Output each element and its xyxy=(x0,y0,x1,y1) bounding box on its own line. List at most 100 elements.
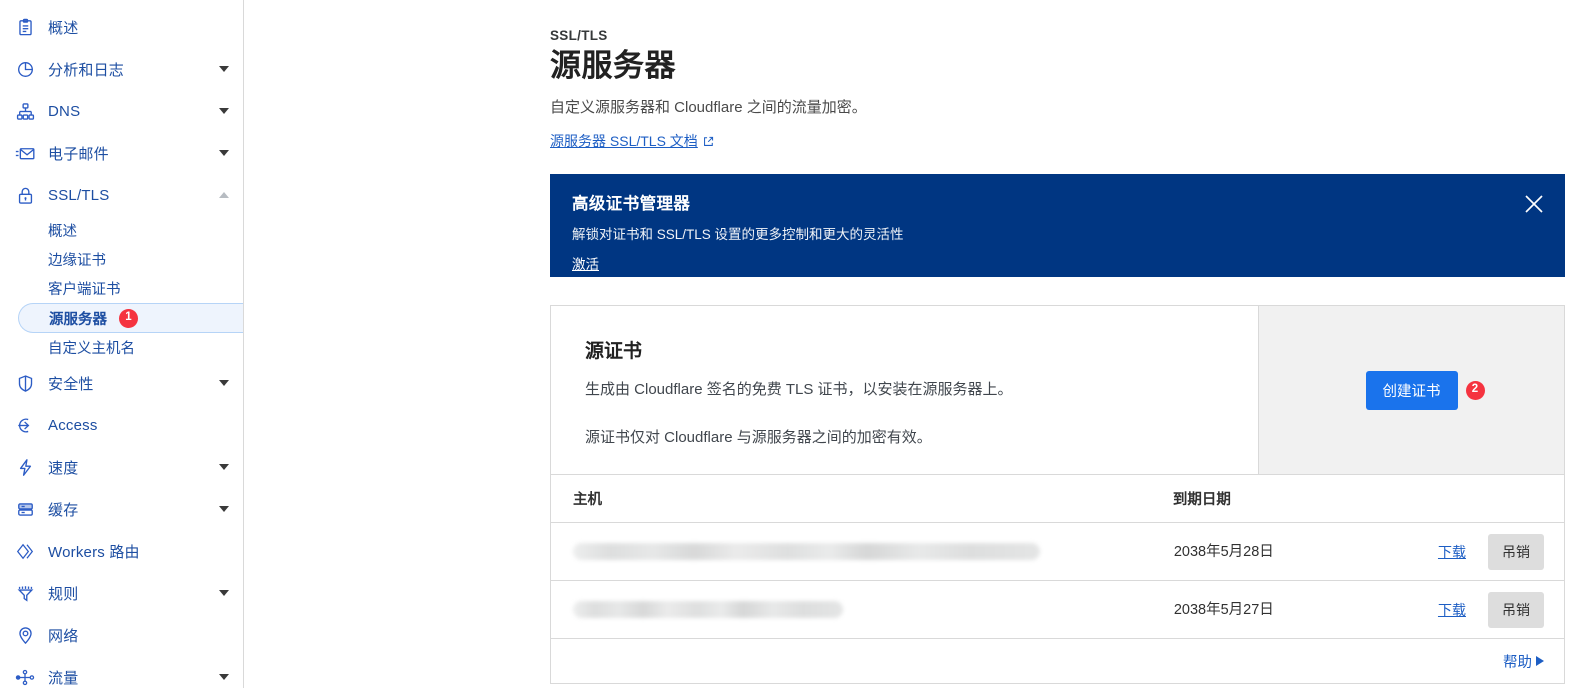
page-description: 自定义源服务器和 Cloudflare 之间的流量加密。 xyxy=(550,99,867,117)
workers-icon xyxy=(10,542,40,561)
card-top-section: 源证书 生成由 Cloudflare 签名的免费 TLS 证书，以安装在源服务器… xyxy=(551,306,1564,475)
sidebar-item-ssl-overview[interactable]: 概述 xyxy=(0,216,243,245)
sidebar-item-security[interactable]: 安全性 xyxy=(0,362,243,404)
sidebar-item-label: 速度 xyxy=(48,459,79,477)
sidebar-item-traffic[interactable]: 流量 xyxy=(0,656,243,688)
chevron-down-icon[interactable] xyxy=(219,150,229,156)
lock-icon xyxy=(10,186,40,205)
sidebar-item-overview[interactable]: 概述 xyxy=(0,6,243,48)
access-arrow-icon xyxy=(10,416,40,435)
revoke-button[interactable]: 吊销 xyxy=(1488,533,1544,570)
download-link[interactable]: 下载 xyxy=(1438,602,1466,618)
sidebar-subitem-label: 源服务器 xyxy=(49,311,107,328)
database-icon xyxy=(10,500,40,519)
chevron-down-icon[interactable] xyxy=(219,66,229,72)
chevron-down-icon[interactable] xyxy=(219,674,229,680)
chevron-down-icon[interactable] xyxy=(219,590,229,596)
sidebar-item-label: 电子邮件 xyxy=(48,145,109,163)
column-header-expiry: 到期日期 xyxy=(1172,474,1414,524)
help-link[interactable]: 帮助 xyxy=(1503,651,1544,672)
create-certificate-button-wrap: 创建证书 2 xyxy=(1365,370,1485,410)
clipboard-icon xyxy=(10,18,40,37)
bolt-icon xyxy=(10,458,40,477)
table-header-row: 主机 到期日期 xyxy=(551,474,1564,524)
sidebar-item-label: 规则 xyxy=(48,585,79,603)
table-body: 2038年5月28日 下载 吊销 2038年5月27日 下载 吊销 xyxy=(551,522,1564,640)
documentation-link[interactable]: 源服务器 SSL/TLS 文档 xyxy=(550,131,714,151)
sidebar-item-analytics[interactable]: 分析和日志 xyxy=(0,48,243,90)
column-header-actions xyxy=(1413,474,1564,524)
cell-expiry: 2038年5月27日 xyxy=(1172,580,1414,640)
sidebar-item-dns[interactable]: DNS xyxy=(0,90,243,132)
sidebar-item-label: Access xyxy=(48,416,98,434)
banner-subtitle: 解锁对证书和 SSL/TLS 设置的更多控制和更大的灵活性 xyxy=(572,227,904,243)
app-root: 概述 分析和日志 DNS 电子邮件 SSL/TLS 概述 边缘证书 客户端证书 … xyxy=(0,0,1586,688)
advanced-certificate-manager-banner: 高级证书管理器 解锁对证书和 SSL/TLS 设置的更多控制和更大的灵活性 激活 xyxy=(550,174,1565,278)
location-pin-icon xyxy=(10,626,40,645)
help-link-label: 帮助 xyxy=(1503,654,1532,671)
sidebar-item-edge-certificates[interactable]: 边缘证书 xyxy=(0,245,243,274)
card-heading: 源证书 xyxy=(585,341,643,363)
external-link-icon xyxy=(703,136,714,147)
sidebar-item-ssl-tls[interactable]: SSL/TLS xyxy=(0,174,243,216)
cell-expiry: 2038年5月28日 xyxy=(1172,522,1414,582)
redacted-hostname xyxy=(573,601,843,619)
sidebar-subitem-label: 概述 xyxy=(48,224,77,240)
step-marker-1: 1 xyxy=(119,308,138,328)
sidebar-item-label: 缓存 xyxy=(48,501,79,519)
close-icon[interactable] xyxy=(1521,191,1547,217)
breadcrumb-eyebrow: SSL/TLS xyxy=(550,28,608,43)
main-content-area: SSL/TLS 源服务器 自定义源服务器和 Cloudflare 之间的流量加密… xyxy=(244,0,1586,688)
sidebar-item-origin-server[interactable]: 源服务器 1 xyxy=(18,303,243,333)
cell-actions: 下载 吊销 xyxy=(1413,580,1564,640)
chevron-down-icon[interactable] xyxy=(219,108,229,114)
chevron-down-icon[interactable] xyxy=(219,464,229,470)
revoke-button[interactable]: 吊销 xyxy=(1488,591,1544,628)
sidebar-subitem-label: 客户端证书 xyxy=(48,282,121,298)
sidebar-item-email[interactable]: 电子邮件 xyxy=(0,132,243,174)
analytics-pie-icon xyxy=(10,60,40,79)
card-paragraph-1: 生成由 Cloudflare 签名的免费 TLS 证书，以安装在源服务器上。 xyxy=(585,381,1013,399)
download-link[interactable]: 下载 xyxy=(1438,544,1466,560)
chevron-down-icon[interactable] xyxy=(219,380,229,386)
sidebar-item-label: 安全性 xyxy=(48,375,94,393)
table-header: 主机 到期日期 xyxy=(551,474,1564,524)
sidebar-item-label: 概述 xyxy=(48,19,79,37)
chevron-up-icon[interactable] xyxy=(219,192,229,198)
card-paragraph-2: 源证书仅对 Cloudflare 与源服务器之间的加密有效。 xyxy=(585,428,932,446)
card-footer: 帮助 xyxy=(551,639,1564,683)
redacted-hostname xyxy=(573,543,1040,561)
sidebar-item-client-certificates[interactable]: 客户端证书 xyxy=(0,274,243,303)
origin-certificates-card: 源证书 生成由 Cloudflare 签名的免费 TLS 证书，以安装在源服务器… xyxy=(550,305,1565,685)
sidebar-item-label: Workers 路由 xyxy=(48,543,140,561)
sidebar-subitem-label: 边缘证书 xyxy=(48,253,106,269)
sidebar-item-rules[interactable]: 规则 xyxy=(0,572,243,614)
sidebar-item-label: 流量 xyxy=(48,669,79,687)
certificates-table: 主机 到期日期 2038年5月28日 下载 吊销 2038年5月27日 下载 吊… xyxy=(551,474,1564,640)
sidebar-item-custom-hostnames[interactable]: 自定义主机名 xyxy=(0,333,243,362)
sidebar-item-workers-routes[interactable]: Workers 路由 xyxy=(0,530,243,572)
shield-icon xyxy=(10,374,40,393)
sidebar-item-speed[interactable]: 速度 xyxy=(0,446,243,488)
create-certificate-button[interactable]: 创建证书 xyxy=(1365,370,1458,410)
sidebar-item-label: DNS xyxy=(48,102,81,120)
column-header-host: 主机 xyxy=(551,474,1173,524)
table-row: 2038年5月27日 下载 吊销 xyxy=(551,580,1564,640)
step-marker-2: 2 xyxy=(1465,380,1485,400)
card-action-panel: 创建证书 2 xyxy=(1259,306,1564,475)
page-title: 源服务器 xyxy=(550,48,676,83)
table-row: 2038年5月28日 下载 吊销 xyxy=(551,522,1564,582)
sidebar-subitem-label: 自定义主机名 xyxy=(48,341,135,357)
banner-title: 高级证书管理器 xyxy=(572,195,691,214)
sidebar-item-network[interactable]: 网络 xyxy=(0,614,243,656)
sidebar-item-access[interactable]: Access xyxy=(0,404,243,446)
cell-actions: 下载 吊销 xyxy=(1413,522,1564,582)
sidebar-item-cache[interactable]: 缓存 xyxy=(0,488,243,530)
chevron-down-icon[interactable] xyxy=(219,506,229,512)
sidebar-item-label: 网络 xyxy=(48,627,79,645)
traffic-nodes-icon xyxy=(10,668,40,687)
banner-activate-link[interactable]: 激活 xyxy=(572,253,599,273)
rules-funnel-icon xyxy=(10,584,40,603)
envelope-icon xyxy=(10,144,40,163)
cell-host xyxy=(551,580,1173,640)
